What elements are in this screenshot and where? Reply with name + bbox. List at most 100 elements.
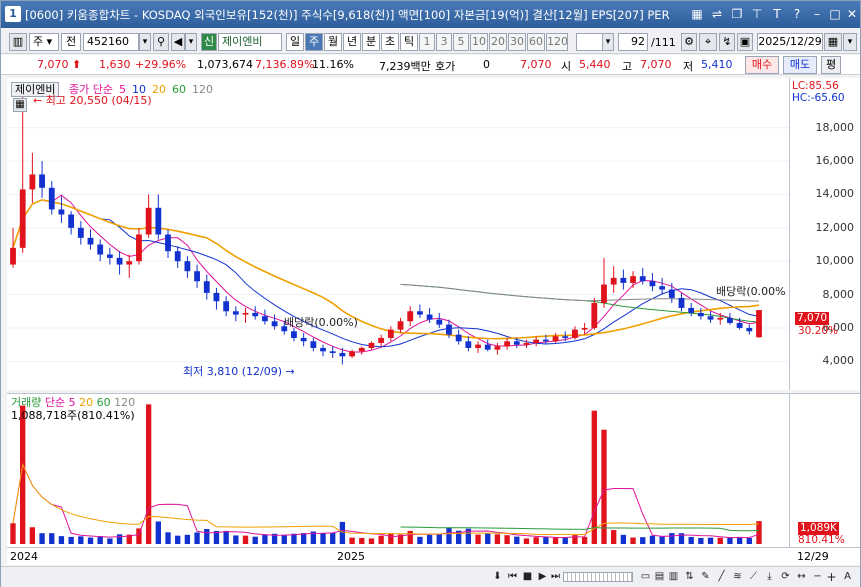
candle: [165, 229, 171, 258]
maximize-icon[interactable]: □: [827, 6, 843, 22]
restore-icon[interactable]: ❐: [729, 6, 745, 22]
stop-icon[interactable]: ■: [521, 570, 534, 584]
price-change-pct: +29.96%: [135, 58, 187, 71]
low-price: 5,410: [701, 58, 733, 71]
pin-icon[interactable]: ⊤: [749, 6, 765, 22]
font-size-icon[interactable]: A: [841, 570, 854, 584]
volume-bar: [417, 536, 423, 544]
interval-button-60[interactable]: 60: [527, 33, 545, 51]
minimize-icon[interactable]: –: [809, 6, 825, 22]
candle-body: [591, 302, 598, 328]
sell-button[interactable]: 매도: [783, 56, 817, 74]
volume-pct: 7,136.89%: [255, 58, 315, 71]
interval-button-30[interactable]: 30: [508, 33, 526, 51]
period-tab-2[interactable]: 월: [324, 33, 342, 51]
candle-body: [717, 317, 724, 320]
save-icon[interactable]: ▣: [737, 33, 753, 51]
scroll-first-icon[interactable]: ⏮: [506, 570, 519, 584]
crosshair-icon[interactable]: ⌖: [699, 33, 717, 51]
code-input[interactable]: 452160: [83, 33, 139, 51]
expand-icon[interactable]: ↔: [795, 570, 808, 584]
trend-icon[interactable]: ⟋: [747, 570, 760, 584]
candle-body: [610, 277, 617, 285]
candle-body: [727, 317, 733, 323]
candle-body: [649, 281, 656, 287]
volume-bar: [359, 537, 365, 544]
candle-body: [630, 276, 636, 283]
scroll-last-icon[interactable]: ⏭: [549, 570, 562, 584]
window-icon[interactable]: ▭: [639, 570, 652, 584]
draw-icon[interactable]: ✎: [699, 570, 712, 584]
zoom-out-icon[interactable]: −: [811, 570, 824, 584]
zoom-slider[interactable]: [563, 572, 633, 582]
calendar-icon[interactable]: ▦: [824, 33, 842, 51]
volume-bar: [136, 528, 142, 544]
low-label: 저: [683, 60, 694, 73]
candle-body: [494, 346, 501, 350]
speaker-dropdown-icon[interactable]: ▾: [185, 33, 197, 51]
volume-bar: [552, 537, 559, 544]
layout-icon[interactable]: ▥: [9, 33, 27, 51]
export-icon[interactable]: ⤓: [763, 570, 776, 584]
period-tab-1[interactable]: 주: [305, 33, 323, 51]
eval-button[interactable]: 평: [821, 56, 841, 74]
table-icon[interactable]: ▦: [13, 98, 27, 112]
close-icon[interactable]: ✕: [844, 6, 860, 22]
interval-button-3[interactable]: 3: [436, 33, 452, 51]
refresh-icon[interactable]: ⟳: [779, 570, 792, 584]
volume-bar: [194, 532, 200, 544]
settings-icon[interactable]: ⚙: [681, 33, 697, 51]
candle-body: [707, 316, 714, 320]
interval-dropdown-icon[interactable]: ▾: [602, 33, 614, 51]
date-input[interactable]: 2025/12/29: [757, 33, 823, 51]
candle-body: [329, 351, 336, 353]
search-icon[interactable]: ⚲: [153, 33, 169, 51]
code-dropdown-icon[interactable]: ▾: [139, 33, 151, 51]
interval-button-1[interactable]: 1: [419, 33, 435, 51]
grid-icon[interactable]: ▦: [689, 6, 705, 22]
volume-bar: [223, 530, 229, 544]
candle: [184, 256, 191, 278]
line-icon[interactable]: ╱: [715, 570, 728, 584]
count-input[interactable]: 92: [618, 33, 648, 51]
help-icon[interactable]: ?: [789, 6, 805, 22]
volume-bar: [330, 532, 336, 544]
period-tab-4[interactable]: 분: [362, 33, 380, 51]
buy-button[interactable]: 매수: [745, 56, 779, 74]
split-icon[interactable]: ▤: [653, 570, 666, 584]
zoom-in-icon[interactable]: +: [825, 570, 838, 584]
interval-button-5[interactable]: 5: [453, 33, 469, 51]
interval-button-120[interactable]: 120: [546, 33, 568, 51]
volume-ma-5-line: [12, 462, 760, 539]
candle-body: [213, 292, 220, 302]
candle: [533, 336, 540, 347]
period-tab-3[interactable]: 년: [343, 33, 361, 51]
chart-type-icon[interactable]: ↯: [719, 33, 735, 51]
volume-bar: [727, 537, 733, 544]
period-tab-5[interactable]: 초: [381, 33, 399, 51]
scroll-down-icon[interactable]: ⬇: [491, 570, 504, 584]
period-tab-0[interactable]: 일: [286, 33, 304, 51]
fib-icon[interactable]: ≋: [731, 570, 744, 584]
price-pane[interactable]: [7, 78, 789, 390]
speaker-icon[interactable]: ◀: [171, 33, 185, 51]
link-icon[interactable]: ⇌: [709, 6, 725, 22]
candle: [271, 314, 278, 330]
candle-body: [106, 254, 113, 258]
date-dropdown-icon[interactable]: ▾: [843, 33, 857, 51]
market-select[interactable]: 주 ▾: [29, 33, 59, 51]
indicator-icon[interactable]: ⇅: [683, 570, 696, 584]
volume-bar: [649, 535, 656, 544]
volume-bar: [233, 535, 239, 544]
volume-axis[interactable]: 20,000K15,000K10,000K5,000K 1,089K 810.4…: [789, 393, 860, 547]
candle-body: [581, 327, 588, 330]
interval-button-10[interactable]: 10: [470, 33, 488, 51]
play-icon[interactable]: ▶: [536, 570, 549, 584]
text-icon[interactable]: T: [769, 6, 785, 22]
interval-button-20[interactable]: 20: [489, 33, 507, 51]
price-axis[interactable]: LC:85.56 HC:-65.60 18,000 16,000 14,000 12,…: [789, 78, 860, 390]
tile-icon[interactable]: ▥: [667, 570, 680, 584]
scope-button[interactable]: 전: [61, 33, 81, 51]
price-chart: [7, 85, 789, 365]
period-tab-6[interactable]: 틱: [400, 33, 418, 51]
